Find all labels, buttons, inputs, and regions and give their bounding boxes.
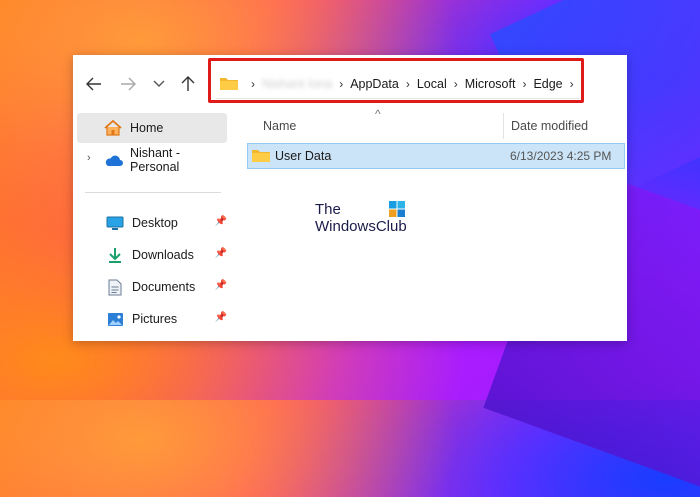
forward-button[interactable] xyxy=(117,73,139,95)
download-icon xyxy=(105,246,125,264)
sidebar-item-home[interactable]: Home xyxy=(77,113,227,143)
arrow-right-icon xyxy=(121,77,136,91)
sidebar-item-label: Downloads xyxy=(132,248,194,262)
breadcrumb-appdata[interactable]: AppData xyxy=(350,77,399,91)
back-button[interactable] xyxy=(83,73,105,95)
breadcrumb-separator[interactable]: › xyxy=(570,77,574,91)
file-list: ^ Name Date modified User Data 6/13/2023… xyxy=(245,107,627,341)
desktop-icon xyxy=(105,214,125,232)
pin-icon[interactable]: 📌 xyxy=(215,312,227,323)
file-date-modified: 6/13/2023 4:25 PM xyxy=(510,149,612,163)
sidebar-item-desktop[interactable]: Desktop 📌 xyxy=(73,208,229,238)
up-button[interactable] xyxy=(177,73,199,95)
sidebar-item-documents[interactable]: Documents 📌 xyxy=(73,272,229,302)
pin-icon[interactable]: 📌 xyxy=(215,280,227,291)
divider xyxy=(85,192,221,193)
folder-icon xyxy=(252,148,270,165)
breadcrumb-user-folder[interactable]: Nishant Iona xyxy=(262,77,332,91)
breadcrumb-local[interactable]: Local xyxy=(417,77,447,91)
navigation-toolbar: › Nishant Iona › AppData › Local › Micro… xyxy=(73,55,627,113)
breadcrumb-microsoft[interactable]: Microsoft xyxy=(465,77,516,91)
navigation-pane: Home › Nishant - Personal Desktop 📌 Down… xyxy=(73,113,229,341)
chevron-down-icon xyxy=(153,80,165,87)
watermark: The WindowsClub xyxy=(315,201,407,235)
sidebar-item-label: Home xyxy=(130,121,164,135)
sidebar-item-label: Documents xyxy=(132,280,196,294)
document-icon xyxy=(105,278,125,296)
picture-icon xyxy=(105,310,125,328)
column-divider[interactable] xyxy=(503,113,504,139)
address-bar[interactable]: › Nishant Iona › AppData › Local › Micro… xyxy=(216,70,580,99)
sidebar-item-onedrive[interactable]: Nishant - Personal xyxy=(73,145,229,175)
breadcrumb-separator[interactable]: › xyxy=(406,77,410,91)
arrow-up-icon xyxy=(181,76,195,91)
pin-icon[interactable]: 📌 xyxy=(215,248,227,259)
windows-logo-icon xyxy=(389,201,405,221)
file-name: User Data xyxy=(275,149,332,163)
recent-locations-button[interactable] xyxy=(148,73,170,95)
sidebar-item-downloads[interactable]: Downloads 📌 xyxy=(73,240,229,270)
pin-icon[interactable]: 📌 xyxy=(215,216,227,227)
arrow-left-icon xyxy=(86,77,101,91)
breadcrumb-separator[interactable]: › xyxy=(454,77,458,91)
file-row[interactable]: User Data 6/13/2023 4:25 PM xyxy=(247,143,625,169)
cloud-icon xyxy=(103,151,123,169)
sidebar-item-label: Pictures xyxy=(132,312,178,326)
sidebar-item-label: Nishant - Personal xyxy=(130,146,181,174)
breadcrumb-separator[interactable]: › xyxy=(251,77,255,91)
home-icon xyxy=(103,119,123,137)
file-explorer-window: › Nishant Iona › AppData › Local › Micro… xyxy=(73,55,627,341)
folder-icon xyxy=(220,76,238,93)
sidebar-item-pictures[interactable]: Pictures 📌 xyxy=(73,304,229,334)
sidebar-item-label: Desktop xyxy=(132,216,178,230)
breadcrumb-separator[interactable]: › xyxy=(522,77,526,91)
column-header-name[interactable]: Name xyxy=(263,119,296,133)
column-header-date-modified[interactable]: Date modified xyxy=(511,119,588,133)
sort-ascending-icon: ^ xyxy=(375,107,381,121)
breadcrumb-edge[interactable]: Edge xyxy=(533,77,562,91)
breadcrumb-separator[interactable]: › xyxy=(339,77,343,91)
